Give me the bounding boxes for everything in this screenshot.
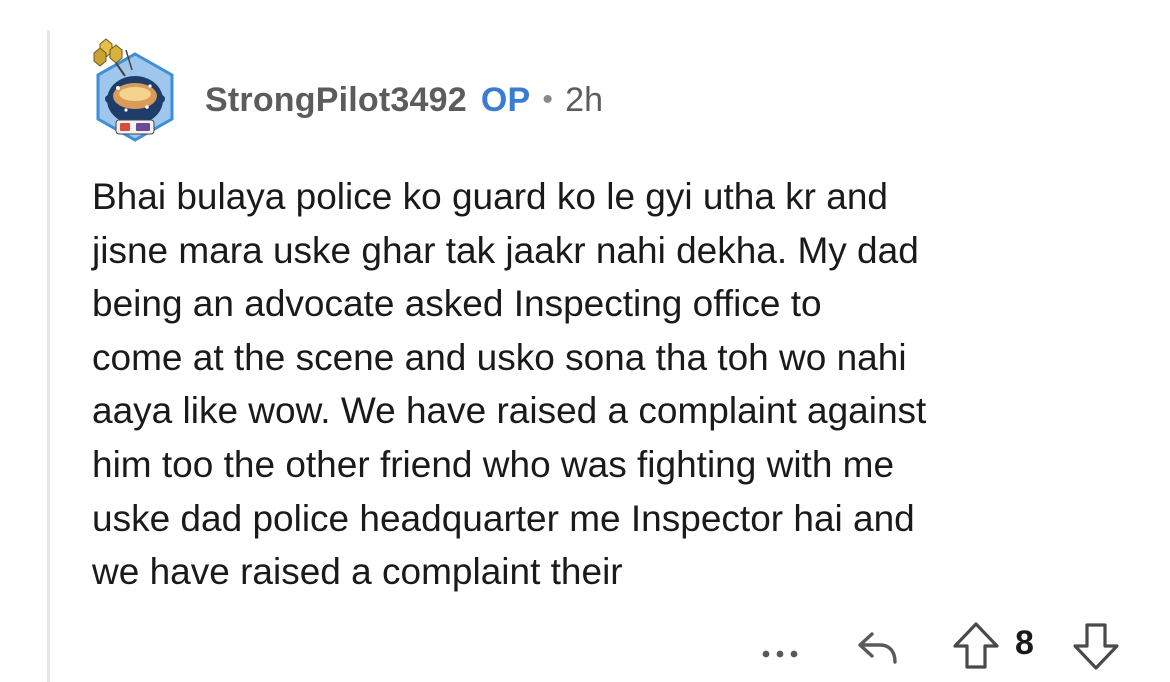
- meta-separator: •: [542, 83, 554, 116]
- comment-body: Bhai bulaya police ko guard ko le gyi ut…: [92, 176, 927, 593]
- op-badge: OP: [480, 80, 531, 119]
- comment-actions: 8: [92, 620, 1152, 680]
- snoo-avatar-icon[interactable]: [92, 36, 178, 148]
- timestamp: 2h: [565, 80, 604, 119]
- comment-meta: StrongPilot3492 OP • 2h: [205, 80, 603, 120]
- upvote-arrow-icon[interactable]: [950, 620, 1002, 672]
- username-link[interactable]: StrongPilot3492: [205, 81, 467, 120]
- thread-line[interactable]: [47, 30, 50, 682]
- vote-count: 8: [1015, 624, 1034, 662]
- reply-icon[interactable]: [854, 622, 902, 670]
- downvote-arrow-icon[interactable]: [1070, 620, 1122, 672]
- more-options-icon[interactable]: [760, 628, 800, 668]
